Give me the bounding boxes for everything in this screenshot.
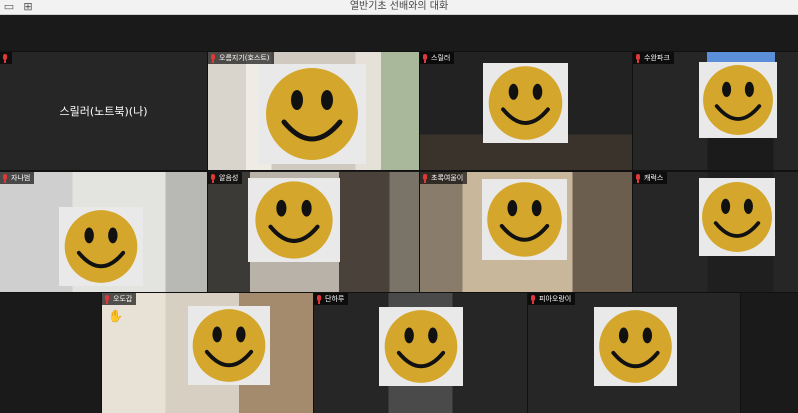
smiley-face-icon: [248, 178, 340, 262]
smiley-face-icon: [258, 64, 366, 164]
participant-name-tag: 단하루: [314, 293, 349, 305]
mic-muted-icon: [422, 53, 428, 63]
video-tile[interactable]: 캐럭스: [632, 171, 798, 293]
raised-hand-icon: ✋: [108, 309, 123, 323]
participant-name: 단하루: [325, 295, 345, 303]
mic-muted-icon: [104, 294, 110, 304]
video-tile[interactable]: 단하루: [313, 292, 528, 413]
mic-muted-icon: [422, 173, 428, 183]
mic-muted-icon: [635, 53, 641, 63]
participant-name: 오도갑: [113, 295, 133, 303]
participant-name: 수완파크: [644, 54, 670, 62]
participant-name-tag: 캐럭스: [633, 172, 668, 184]
participant-name: 캐럭스: [644, 174, 664, 182]
meeting-top-area: [0, 15, 798, 51]
participant-name-tag: [0, 52, 12, 64]
smiley-face-icon: [699, 62, 777, 138]
video-tile-active-speaker[interactable]: 알음성: [208, 172, 419, 292]
title-bar: ▭ ⊞ 열반기초 선배와의 대화: [0, 0, 798, 15]
mic-muted-icon: [210, 53, 216, 63]
mic-muted-icon: [316, 294, 322, 304]
participant-name: 초록여울이: [431, 174, 464, 182]
participant-name-tag: 수완파크: [633, 52, 674, 64]
mic-muted-icon: [635, 173, 641, 183]
participant-name-tag: 초록여울이: [420, 172, 468, 184]
smiley-face-icon: [188, 306, 270, 385]
participant-name-tag: 알음성: [208, 172, 243, 184]
mic-muted-icon: [210, 173, 216, 183]
participant-name-tag: 피아오랑이: [528, 293, 576, 305]
mic-muted-icon: [2, 53, 8, 63]
smiley-face-icon: [594, 307, 677, 386]
smiley-face-icon: [483, 63, 568, 143]
video-tile-host[interactable]: 오름지기(호스트): [207, 51, 420, 171]
participant-name-tag: 스릴러: [420, 52, 455, 64]
smiley-face-icon: [59, 207, 143, 286]
participant-name: 알음성: [219, 174, 239, 182]
video-tile[interactable]: 피아오랑이: [527, 292, 741, 413]
participant-name-center: 스릴러(노트북)(나): [59, 105, 148, 118]
smiley-face-icon: [379, 307, 463, 386]
mic-muted-icon: [2, 173, 8, 183]
video-tile[interactable]: 초록여울이: [419, 171, 633, 293]
participant-name-tag: 오도갑: [102, 293, 137, 305]
participant-name-tag: 자나범: [0, 172, 35, 184]
mic-muted-icon: [530, 294, 536, 304]
participant-name: 오름지기(호스트): [219, 54, 270, 62]
video-tile-self[interactable]: 스릴러(노트북)(나): [0, 51, 208, 171]
participant-name: 자나범: [11, 174, 31, 182]
video-tile[interactable]: 자나범: [0, 171, 208, 293]
participant-name: 피아오랑이: [539, 295, 572, 303]
video-tile[interactable]: 수완파크: [632, 51, 798, 171]
smiley-face-icon: [482, 179, 567, 260]
participant-name-tag: 오름지기(호스트): [208, 52, 274, 64]
video-tile[interactable]: 오도갑 ✋: [101, 292, 314, 413]
smiley-face-icon: [699, 178, 775, 256]
video-tile[interactable]: 스릴러: [419, 51, 633, 171]
video-background: [707, 52, 775, 62]
window-title: 열반기초 선배와의 대화: [349, 1, 449, 12]
participant-name: 스릴러: [431, 54, 451, 62]
